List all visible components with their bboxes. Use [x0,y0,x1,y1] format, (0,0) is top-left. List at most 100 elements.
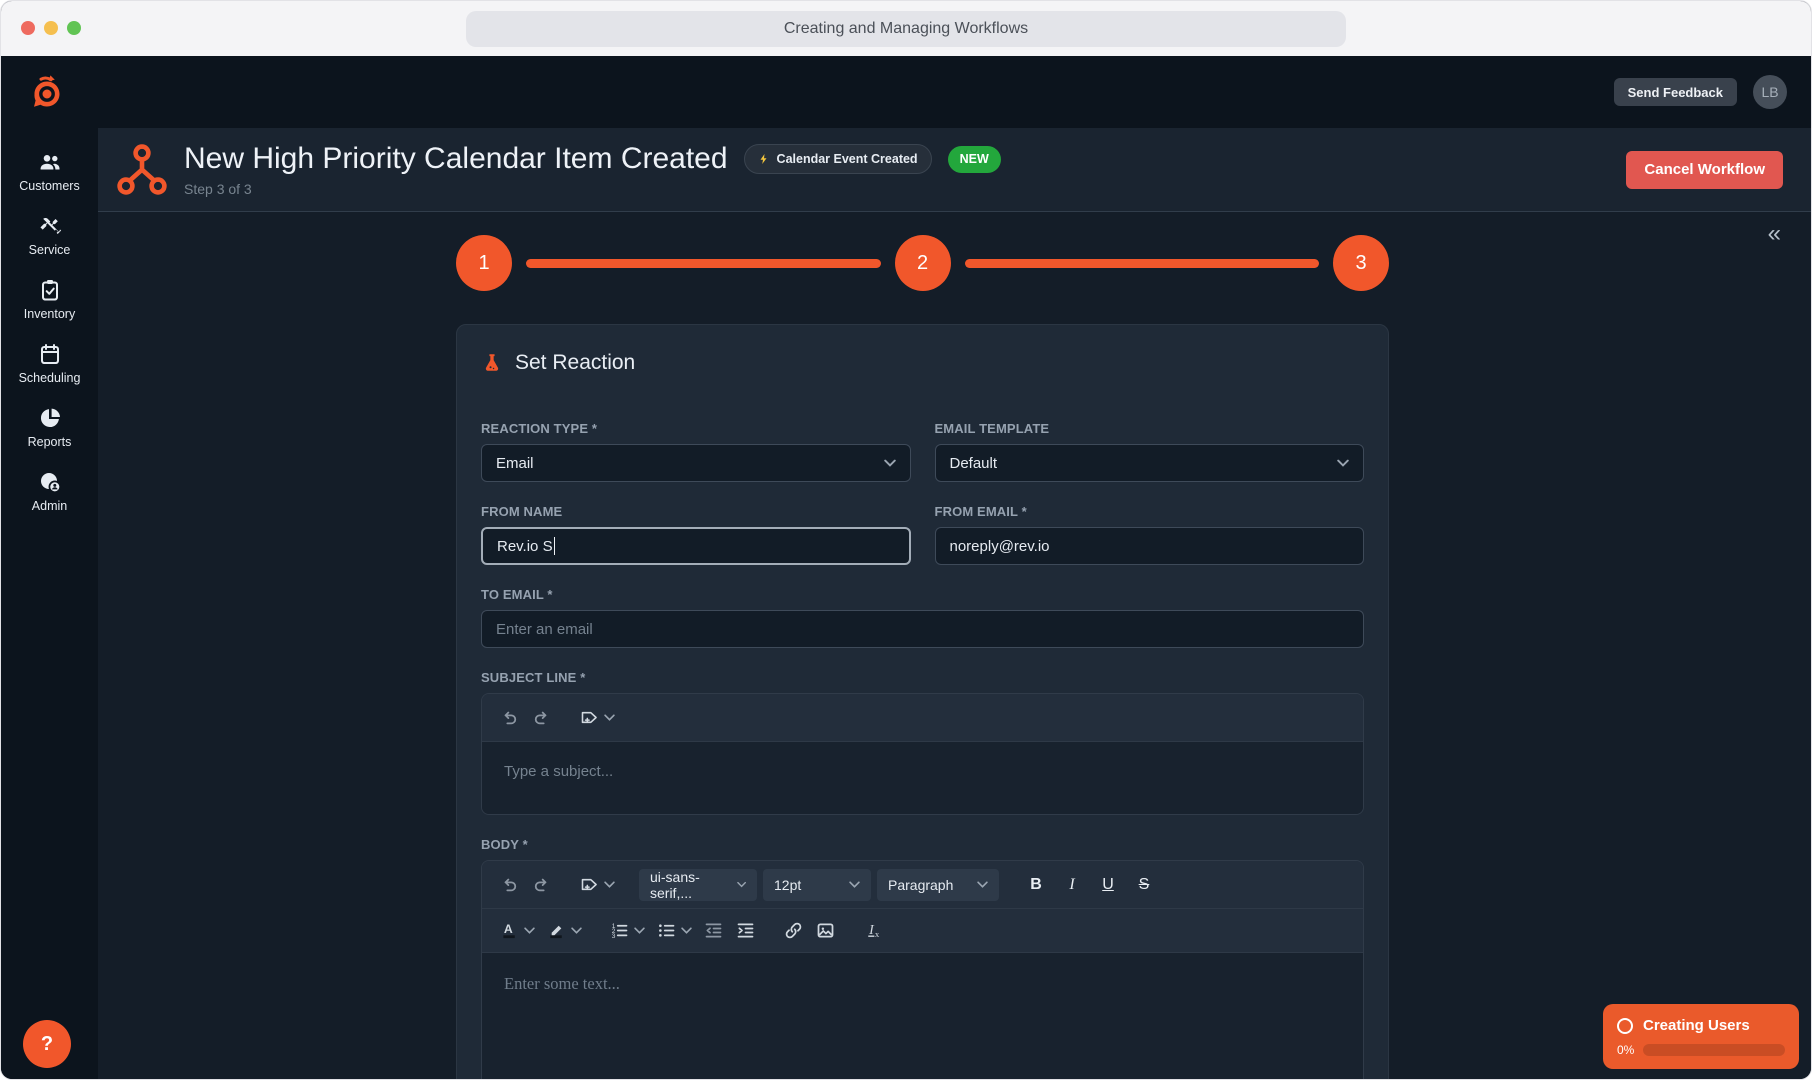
toast-percent: 0% [1617,1043,1635,1057]
step-2[interactable]: 2 [894,235,951,291]
zoom-window-button[interactable] [67,21,81,35]
merge-tag-chevron-icon[interactable] [604,881,615,888]
new-badge: NEW [947,145,1001,173]
sidebar-item-label: Service [28,243,71,257]
chevron-down-icon [737,881,746,888]
flask-icon [485,354,499,371]
revio-logo-icon [34,75,60,107]
reports-icon [40,408,60,428]
cancel-workflow-button[interactable]: Cancel Workflow [1626,150,1783,189]
toast-title: Creating Users [1643,1017,1750,1034]
content-area: « 1 2 3 Set Reaction REACTION TYPE * Ema… [98,212,1811,1079]
collapse-panel-icon[interactable]: « [1768,222,1781,246]
close-window-button[interactable] [21,21,35,35]
from-email-input[interactable] [934,527,1364,565]
send-feedback-button[interactable]: Send Feedback [1613,78,1737,106]
trigger-badge-label: Calendar Event Created [776,152,918,166]
sidebar-item-scheduling[interactable]: Scheduling [1,342,98,385]
sidebar-item-reports[interactable]: Reports [1,406,98,449]
set-reaction-card: Set Reaction REACTION TYPE * Email EMAIL… [456,324,1389,1079]
to-email-input[interactable] [481,610,1364,648]
from-name-label: FROM NAME [481,504,563,519]
trigger-badge: Calendar Event Created [743,144,932,174]
email-template-select[interactable]: Default [934,444,1364,482]
email-template-value: Default [949,454,998,472]
undo-button[interactable] [496,703,522,733]
sidebar-item-inventory[interactable]: Inventory [1,278,98,321]
ordered-list-chevron-icon[interactable] [634,927,645,934]
redo-button[interactable] [528,870,554,900]
minimize-window-button[interactable] [44,21,58,35]
font-family-select[interactable]: ui-sans-serif,... [639,868,757,901]
highlight-color-button[interactable] [543,916,569,946]
stepper: 1 2 3 [456,235,1389,291]
body-toolbar-row2: A 123 I x [482,909,1363,953]
customers-icon [40,155,59,170]
highlight-color-chevron-icon[interactable] [571,927,582,934]
sidebar-item-admin[interactable]: Admin [1,470,98,513]
to-email-field: TO EMAIL * [481,587,1364,648]
indent-button[interactable] [732,916,758,946]
sidebar: Customers Service Inventory Scheduling R… [1,128,98,1079]
sidebar-item-label: Inventory [23,307,76,321]
card-title: Set Reaction [515,351,636,374]
body-toolbar-row1: ui-sans-serif,... 12pt Paragraph B I U S [482,861,1363,909]
help-button[interactable]: ? [23,1020,71,1068]
bullet-list-button[interactable] [653,916,679,946]
topbar: Send Feedback LB [1,56,1811,128]
clear-formatting-button[interactable]: Ix [860,916,886,946]
reaction-type-select[interactable]: Email [481,444,911,482]
block-format-select[interactable]: Paragraph [877,868,999,901]
user-avatar[interactable]: LB [1753,75,1787,109]
body-editor-body[interactable]: Enter some text... [482,953,1363,1079]
font-size-select[interactable]: 12pt [763,868,871,901]
sidebar-item-customers[interactable]: Customers [1,150,98,193]
titlebar: Creating and Managing Workflows [1,1,1811,56]
service-icon [39,217,61,234]
outdent-button[interactable] [700,916,726,946]
sidebar-item-service[interactable]: Service [1,214,98,257]
strikethrough-button[interactable]: S [1129,876,1159,894]
subject-editor-body[interactable]: Type a subject... [482,742,1363,814]
svg-text:A: A [503,922,512,936]
chevron-down-icon [977,881,988,888]
text-color-button[interactable]: A [496,916,522,946]
reaction-type-field: REACTION TYPE * Email [481,421,911,482]
sidebar-item-label: Customers [19,179,80,193]
from-name-input[interactable]: Rev.io S [481,527,911,565]
spinner-icon [1617,1017,1633,1034]
reaction-type-value: Email [496,454,534,472]
text-color-chevron-icon[interactable] [524,927,535,934]
merge-tag-chevron-icon[interactable] [604,714,615,721]
merge-tag-button[interactable] [576,703,602,733]
from-name-value: Rev.io S [497,537,553,555]
sidebar-item-label: Reports [27,435,72,449]
block-format-value: Paragraph [888,876,954,893]
scheduling-icon [40,344,59,364]
body-label: BODY * [481,837,528,852]
bold-button[interactable]: B [1021,876,1051,894]
step-3[interactable]: 3 [1333,235,1389,291]
step-1[interactable]: 1 [456,235,512,291]
svg-text:3: 3 [611,933,615,940]
merge-tag-button[interactable] [576,870,602,900]
insert-image-button[interactable] [812,916,838,946]
undo-button[interactable] [496,870,522,900]
body-field: BODY * ui-sans-serif,... 12pt Paragraph … [481,837,1364,1079]
link-button[interactable] [780,916,806,946]
underline-button[interactable]: U [1093,876,1123,894]
bullet-list-chevron-icon[interactable] [681,927,692,934]
svg-text:x: x [874,929,879,939]
body-editor: ui-sans-serif,... 12pt Paragraph B I U S… [481,860,1364,1079]
from-email-field: FROM EMAIL * [934,504,1364,565]
inventory-icon [41,280,58,301]
chevron-down-icon [883,459,896,467]
redo-button[interactable] [528,703,554,733]
italic-button[interactable]: I [1057,876,1087,894]
subject-editor: Type a subject... [481,693,1364,815]
ordered-list-button[interactable]: 123 [606,916,632,946]
lightning-icon [760,154,767,164]
font-size-value: 12pt [774,876,802,893]
font-family-value: ui-sans-serif,... [650,868,700,901]
workflow-node-icon [117,143,167,195]
